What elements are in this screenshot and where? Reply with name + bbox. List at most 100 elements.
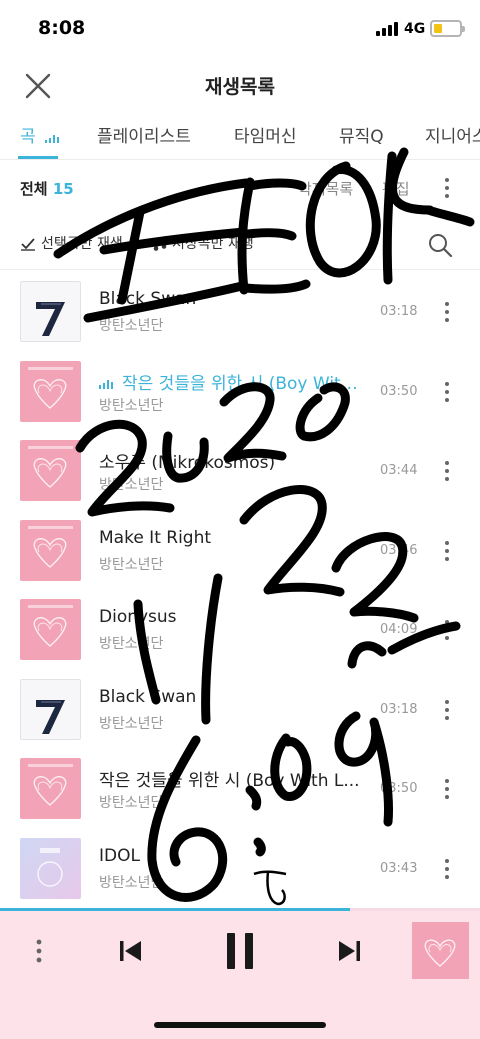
- album-art: [20, 837, 81, 899]
- tab-playlists[interactable]: 플레이리스트: [97, 122, 191, 147]
- song-title-text: Make It Right: [99, 527, 212, 548]
- album-art: [20, 519, 81, 581]
- song-duration: 03:18: [380, 304, 418, 319]
- album-art: [20, 440, 81, 501]
- play-saved-button[interactable]: 저장곡만 재생: [153, 233, 254, 253]
- tab-songs-label: 곡: [20, 127, 36, 147]
- song-title-text: IDOL: [99, 845, 140, 866]
- song-duration: 03:43: [380, 860, 418, 876]
- check-icon: [21, 238, 35, 251]
- equalizer-icon: [45, 135, 60, 143]
- previous-button[interactable]: [114, 935, 146, 967]
- song-duration: 03:18: [380, 701, 418, 717]
- tab-genius[interactable]: 지니어스: [425, 122, 480, 147]
- total-label: 전체 15: [20, 178, 74, 199]
- song-more-button[interactable]: [438, 459, 456, 483]
- song-row[interactable]: IDOL 방탄소년단 03:43: [0, 829, 480, 908]
- play-saved-label: 저장곡만 재생: [172, 236, 254, 252]
- next-icon: [339, 941, 360, 961]
- song-title: Black Swan: [99, 289, 364, 309]
- song-artist: 방탄소년단: [99, 318, 164, 334]
- tab-time-machine[interactable]: 타임머신: [234, 122, 297, 147]
- signal-icon: [376, 22, 398, 36]
- music-note-icon: [153, 236, 167, 251]
- song-title-text: 작은 것들을 위한 시 (Boy With Luv): [122, 373, 364, 394]
- song-more-button[interactable]: [438, 380, 456, 404]
- song-title: IDOL: [99, 846, 364, 866]
- now-playing-album-art[interactable]: [412, 922, 469, 979]
- song-row[interactable]: 작은 것들을 위한 시 (Boy With Luv) 방탄소년단 03:50: [0, 352, 480, 431]
- song-title: 작은 것들을 위한 시 (Boy With Luv): [99, 369, 364, 394]
- tab-bar: 곡 플레이리스트 타임머신 뮤직Q 지니어스: [0, 112, 480, 160]
- summary-row: 전체 15 삭제목록 편집: [0, 164, 480, 212]
- now-playing-equalizer-icon: [99, 379, 113, 389]
- song-list: Black Swan 방탄소년단 03:18 작은 것들을 위한 시 (Boy Wit…: [0, 272, 480, 908]
- player-more-button[interactable]: [30, 935, 48, 967]
- more-icon: [36, 939, 42, 963]
- song-title: Dionysus: [99, 607, 364, 627]
- song-more-button[interactable]: [438, 300, 456, 324]
- song-more-button[interactable]: [438, 539, 456, 563]
- song-artist: 방탄소년단: [99, 397, 164, 414]
- song-duration: 04:09: [380, 622, 418, 637]
- song-title: Make It Right: [99, 528, 364, 548]
- song-title-text: Black Swan: [99, 686, 197, 707]
- song-more-button[interactable]: [438, 857, 456, 881]
- song-more-button[interactable]: [438, 777, 456, 801]
- song-title: Black Swan: [99, 687, 364, 707]
- status-bar: 8:08 4G: [0, 0, 480, 60]
- album-art: [20, 281, 81, 342]
- song-title: 소우주 (Mikrokosmos): [99, 448, 364, 473]
- active-tab-indicator: [18, 156, 58, 159]
- song-more-button[interactable]: [438, 618, 456, 642]
- page-title: 재생목록: [205, 76, 275, 98]
- song-row[interactable]: Dionysus 방탄소년단 04:09: [0, 590, 480, 669]
- song-more-button[interactable]: [438, 698, 456, 722]
- song-row[interactable]: Black Swan 방탄소년단 03:18: [0, 272, 480, 351]
- song-title-text: Dionysus: [99, 607, 177, 627]
- mini-player: [0, 911, 480, 1039]
- more-icon: [445, 779, 449, 799]
- song-row[interactable]: 작은 것들을 위한 시 (Boy With L... 방탄소년단 03:50: [0, 749, 480, 828]
- play-selected-button[interactable]: 선택곡만 재생: [20, 233, 123, 253]
- song-row[interactable]: Make It Right 방탄소년단 03:46: [0, 511, 480, 590]
- more-icon: [445, 178, 449, 198]
- song-duration: 03:50: [380, 383, 418, 399]
- song-artist: 방탄소년단: [99, 795, 164, 811]
- edit-button[interactable]: 편집: [382, 178, 410, 199]
- header: 재생목록: [0, 60, 480, 108]
- tab-music-q[interactable]: 뮤직Q: [339, 122, 384, 147]
- search-icon: [429, 234, 453, 258]
- song-title: 작은 것들을 위한 시 (Boy With L...: [99, 766, 364, 791]
- song-title-text: 소우주 (Mikrokosmos): [99, 453, 276, 473]
- album-art: [20, 599, 81, 660]
- song-duration: 03:44: [380, 463, 418, 478]
- song-title-text: 작은 것들을 위한 시 (Boy With L...: [99, 771, 360, 791]
- album-art: [20, 678, 81, 740]
- home-indicator: [154, 1022, 326, 1028]
- search-button[interactable]: [427, 232, 453, 258]
- play-selected-label: 선택곡만 재생: [41, 236, 123, 252]
- pause-button[interactable]: [222, 931, 258, 971]
- song-row[interactable]: Black Swan 방탄소년단 03:18: [0, 670, 480, 749]
- battery-icon: [430, 20, 465, 37]
- song-row[interactable]: 소우주 (Mikrokosmos) 방탄소년단 03:44: [0, 431, 480, 510]
- song-artist: 방탄소년단: [99, 874, 164, 891]
- more-icon: [445, 620, 449, 640]
- album-art: [20, 360, 81, 422]
- delete-list-button[interactable]: 삭제목록: [298, 178, 353, 199]
- tab-songs[interactable]: 곡: [20, 122, 61, 147]
- more-icon: [445, 540, 449, 561]
- network-label: 4G: [404, 21, 426, 37]
- summary-more-button[interactable]: [438, 176, 456, 200]
- song-artist: 방탄소년단: [99, 556, 164, 573]
- more-icon: [445, 858, 449, 879]
- song-artist: 방탄소년단: [99, 477, 164, 493]
- album-art: [20, 758, 81, 819]
- filter-row: 선택곡만 재생 저장곡만 재생: [0, 220, 480, 270]
- more-icon: [445, 699, 449, 720]
- song-duration: 03:46: [380, 542, 418, 558]
- more-icon: [445, 461, 449, 481]
- more-icon: [445, 302, 449, 322]
- next-button[interactable]: [334, 935, 366, 967]
